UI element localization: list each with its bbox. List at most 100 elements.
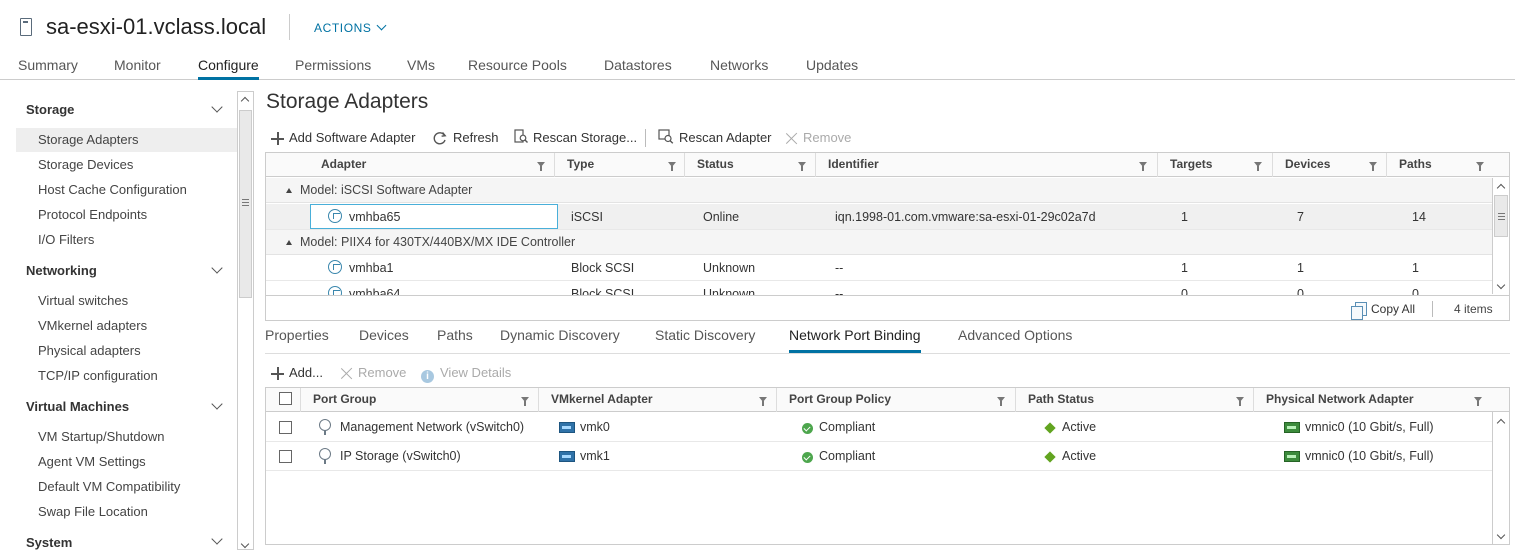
remove-adapter-button[interactable]: Remove (785, 130, 851, 145)
scrollbar-thumb[interactable] (1494, 195, 1508, 237)
scroll-up-icon[interactable] (1496, 183, 1506, 193)
filter-icon[interactable] (798, 162, 806, 171)
grid-scrollbar[interactable] (1492, 178, 1509, 294)
column-header-port-group[interactable]: Port Group (300, 388, 538, 412)
sidebar-scrollbar[interactable] (237, 91, 254, 550)
column-header-paths[interactable]: Paths (1386, 153, 1509, 177)
filter-icon[interactable] (997, 397, 1005, 406)
tab-vms[interactable]: VMs (407, 57, 435, 80)
column-header-port-group-policy[interactable]: Port Group Policy (776, 388, 1015, 412)
row-checkbox[interactable] (279, 450, 292, 463)
rescan-adapter-button[interactable]: Rescan Adapter (658, 129, 772, 146)
view-details-button[interactable]: i View Details (421, 365, 511, 383)
sidebar-item-tcpip-configuration[interactable]: TCP/IP configuration (38, 368, 158, 383)
select-all-checkbox[interactable] (279, 392, 292, 405)
scrollbar-thumb[interactable] (239, 110, 252, 298)
tab-static-discovery[interactable]: Static Discovery (655, 327, 755, 353)
sidebar-item-virtual-switches[interactable]: Virtual switches (38, 293, 128, 308)
tab-datastores[interactable]: Datastores (604, 57, 672, 80)
copy-all-button[interactable]: Copy All (1351, 302, 1415, 320)
add-binding-button[interactable]: Add... (271, 365, 323, 381)
filter-icon[interactable] (1254, 162, 1262, 171)
column-header-vmkernel-adapter[interactable]: VMkernel Adapter (538, 388, 776, 412)
sidebar-item-vmkernel-adapters[interactable]: VMkernel adapters (38, 318, 147, 333)
tab-network-port-binding[interactable]: Network Port Binding (789, 327, 921, 353)
physical-adapter-name: vmnic0 (10 Gbit/s, Full) (1305, 449, 1434, 463)
policy-status: Compliant (819, 420, 876, 434)
scroll-down-icon[interactable] (1496, 530, 1506, 540)
sidebar-section-storage[interactable]: Storage (26, 102, 74, 117)
row-checkbox[interactable] (279, 421, 292, 434)
tab-properties[interactable]: Properties (265, 327, 329, 353)
tab-summary[interactable]: Summary (18, 57, 78, 80)
refresh-button[interactable]: Refresh (432, 130, 499, 146)
table-row[interactable]: vmhba65 iSCSI Online iqn.1998-01.com.vmw… (266, 204, 1492, 230)
scroll-down-icon[interactable] (1496, 280, 1506, 290)
group-row-piix4-ide-controller[interactable]: Model: PIIX4 for 430TX/440BX/MX IDE Cont… (266, 230, 1492, 255)
chevron-down-icon[interactable] (211, 398, 223, 410)
chevron-down-icon[interactable] (211, 262, 223, 274)
sidebar-section-networking[interactable]: Networking (26, 263, 97, 278)
tab-monitor[interactable]: Monitor (114, 57, 161, 80)
tab-devices[interactable]: Devices (359, 327, 409, 353)
filter-icon[interactable] (1476, 162, 1484, 171)
scroll-up-icon[interactable] (1496, 418, 1506, 428)
sidebar-item-io-filters[interactable]: I/O Filters (38, 232, 94, 247)
column-header-devices[interactable]: Devices (1272, 153, 1386, 177)
tab-resource-pools[interactable]: Resource Pools (468, 57, 567, 80)
filter-icon[interactable] (1369, 162, 1377, 171)
column-header-adapter[interactable]: Adapter (309, 153, 554, 177)
tab-permissions[interactable]: Permissions (295, 57, 371, 80)
chevron-down-icon[interactable] (211, 101, 223, 113)
sidebar-item-physical-adapters[interactable]: Physical adapters (38, 343, 141, 358)
actions-menu-button[interactable]: ACTIONS (314, 20, 386, 35)
port-group-icon (319, 448, 331, 464)
add-software-adapter-button[interactable]: Add Software Adapter (271, 130, 415, 146)
tab-paths[interactable]: Paths (437, 327, 473, 353)
tab-updates[interactable]: Updates (806, 57, 858, 80)
filter-icon[interactable] (668, 162, 676, 171)
tabs-divider (265, 353, 1510, 354)
scroll-up-icon[interactable] (240, 96, 250, 106)
sidebar-item-vm-startup-shutdown[interactable]: VM Startup/Shutdown (38, 429, 164, 444)
column-header-path-status[interactable]: Path Status (1015, 388, 1253, 412)
group-row-iscsi-software-adapter[interactable]: Model: iSCSI Software Adapter (266, 178, 1492, 203)
collapse-caret-icon[interactable] (286, 240, 292, 245)
adapter-name: vmhba65 (349, 210, 401, 224)
filter-icon[interactable] (521, 397, 529, 406)
remove-binding-button[interactable]: Remove (340, 365, 406, 380)
filter-icon[interactable] (1139, 162, 1147, 171)
filter-icon[interactable] (1474, 397, 1482, 406)
sidebar-item-agent-vm-settings[interactable]: Agent VM Settings (38, 454, 146, 469)
filter-icon[interactable] (537, 162, 545, 171)
tab-advanced-options[interactable]: Advanced Options (958, 327, 1072, 353)
column-header-identifier[interactable]: Identifier (815, 153, 1157, 177)
sidebar-item-swap-file-location[interactable]: Swap File Location (38, 504, 148, 519)
sidebar-item-protocol-endpoints[interactable]: Protocol Endpoints (38, 207, 147, 222)
sidebar-section-virtual-machines[interactable]: Virtual Machines (26, 399, 129, 414)
column-header-type[interactable]: Type (554, 153, 684, 177)
sidebar-item-host-cache-configuration[interactable]: Host Cache Configuration (38, 182, 187, 197)
chevron-down-icon[interactable] (211, 533, 223, 545)
table-row[interactable]: vmhba1 Block SCSI Unknown -- 1 1 1 (266, 255, 1492, 281)
filter-icon[interactable] (759, 397, 767, 406)
column-header-status[interactable]: Status (684, 153, 815, 177)
compliant-icon (802, 423, 813, 434)
tab-dynamic-discovery[interactable]: Dynamic Discovery (500, 327, 620, 353)
sidebar-item-storage-devices[interactable]: Storage Devices (38, 157, 133, 172)
tab-networks[interactable]: Networks (710, 57, 768, 80)
table-row[interactable]: IP Storage (vSwitch0) vmk1 Compliant Act… (266, 442, 1492, 471)
adapter-identifier: -- (835, 261, 844, 275)
scroll-down-icon[interactable] (240, 539, 250, 549)
table-row[interactable]: Management Network (vSwitch0) vmk0 Compl… (266, 413, 1492, 442)
rescan-storage-button[interactable]: Rescan Storage... (514, 129, 637, 146)
column-header-targets[interactable]: Targets (1157, 153, 1272, 177)
collapse-caret-icon[interactable] (286, 188, 292, 193)
column-header-physical-network-adapter[interactable]: Physical Network Adapter (1253, 388, 1509, 412)
filter-icon[interactable] (1236, 397, 1244, 406)
sidebar-section-system[interactable]: System (26, 535, 72, 550)
sidebar-item-default-vm-compatibility[interactable]: Default VM Compatibility (38, 479, 180, 494)
grid-scrollbar[interactable] (1492, 412, 1509, 544)
tab-configure[interactable]: Configure (198, 57, 259, 80)
sidebar-item-storage-adapters[interactable]: Storage Adapters (38, 132, 138, 147)
